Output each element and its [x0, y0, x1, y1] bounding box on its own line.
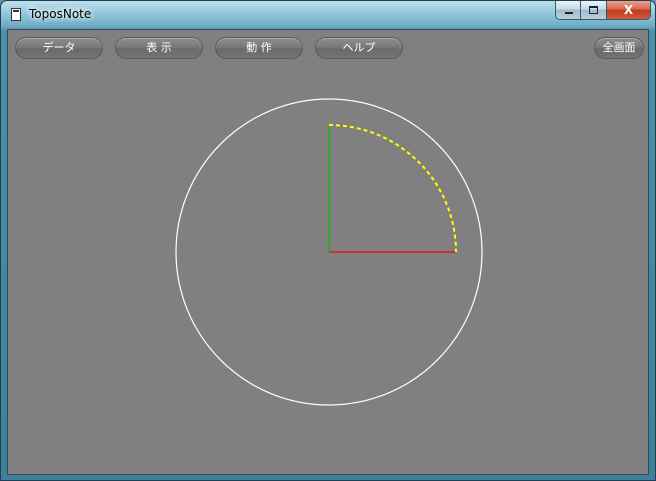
data-menu-button[interactable]: データ — [15, 37, 103, 59]
view-menu-button[interactable]: 表 示 — [115, 37, 203, 59]
help-menu-button[interactable]: ヘルプ — [315, 37, 403, 59]
title-bar[interactable]: ToposNote X — [1, 1, 655, 29]
app-window: ToposNote X データ 表 示 動 作 ヘルプ 全画面 — [0, 0, 656, 481]
action-menu-button[interactable]: 動 作 — [215, 37, 303, 59]
close-icon: X — [623, 3, 634, 17]
close-button[interactable]: X — [607, 1, 651, 20]
fullscreen-button[interactable]: 全画面 — [594, 37, 644, 59]
drawing-area[interactable]: データ 表 示 動 作 ヘルプ 全画面 — [7, 29, 649, 475]
maximize-icon — [589, 6, 598, 14]
maximize-button[interactable] — [581, 1, 607, 20]
app-document-icon — [11, 8, 21, 21]
topos-canvas[interactable] — [8, 30, 648, 474]
window-title: ToposNote — [29, 7, 92, 21]
caption-buttons: X — [555, 1, 651, 21]
minimize-icon — [565, 12, 573, 14]
minimize-button[interactable] — [555, 1, 581, 20]
